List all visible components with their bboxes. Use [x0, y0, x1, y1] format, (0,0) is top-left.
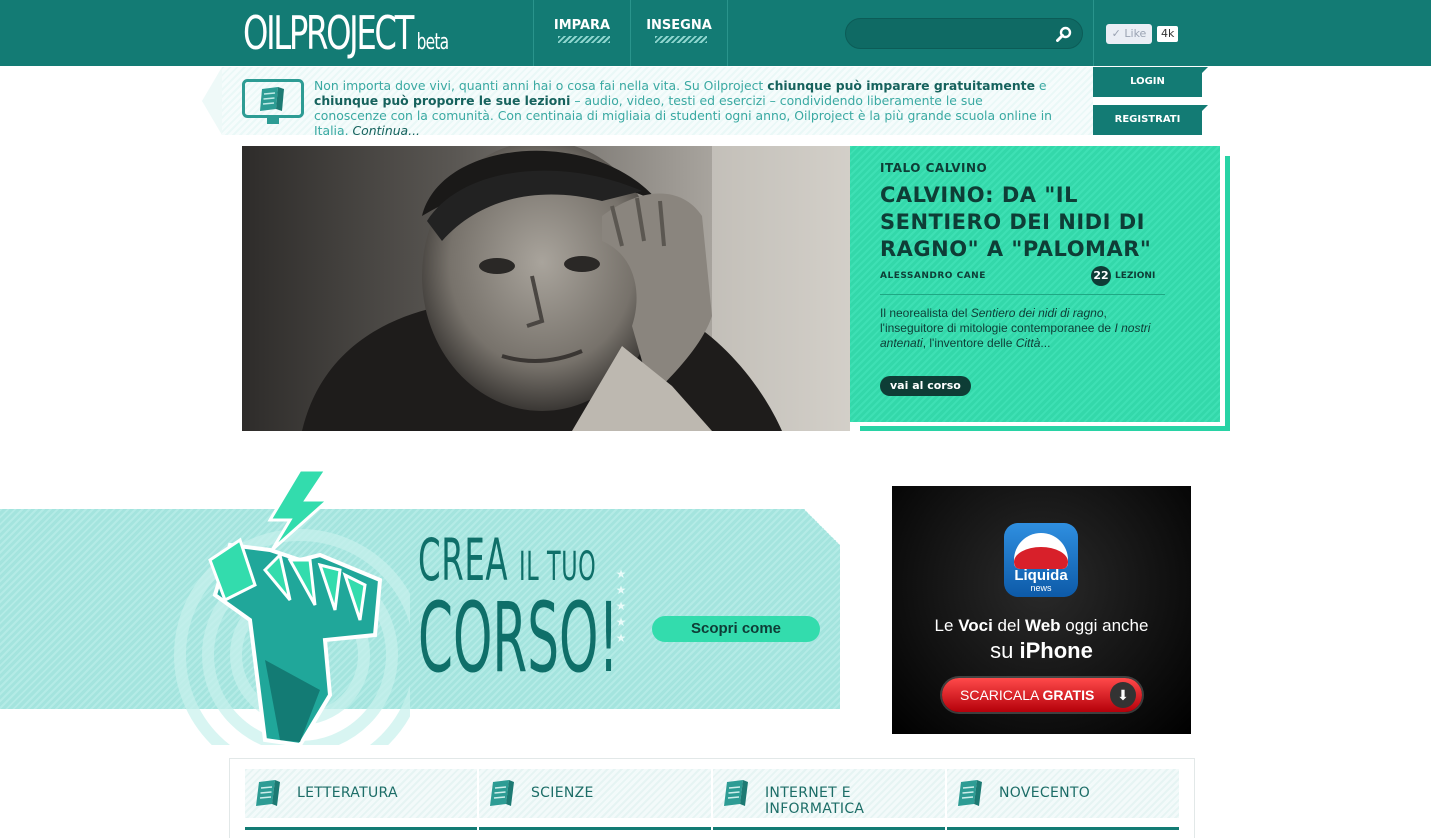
desc-part: Il neorealista del: [880, 306, 971, 320]
register-button[interactable]: REGISTRATI: [1093, 105, 1208, 135]
search-box: [845, 18, 1083, 49]
intro-tail: [202, 67, 222, 135]
logo-beta: beta: [416, 30, 449, 55]
ad-tagline: Le Voci del Web oggi anche: [892, 616, 1191, 636]
header-separator: [1093, 0, 1094, 66]
search-input[interactable]: [858, 24, 1052, 46]
ad-text: oggi anche: [1060, 616, 1149, 635]
banner-fold: [804, 509, 840, 545]
nav-impara[interactable]: IMPARA: [534, 0, 630, 66]
ad-text-bold: Web: [1024, 616, 1061, 635]
ad-text: su: [990, 638, 1020, 663]
intro-highlight: chiunque può proporre le sue lezioni: [314, 93, 571, 108]
search-icon[interactable]: [1056, 26, 1072, 42]
intro-text-part: e: [1034, 78, 1047, 93]
advertisement[interactable]: Liquida news Le Voci del Web oggi anche …: [892, 486, 1191, 734]
intro-continue-link[interactable]: Continua...: [352, 123, 420, 138]
ad-text: del: [992, 616, 1025, 635]
like-count: 4k: [1157, 26, 1179, 42]
featured-course-category[interactable]: ITALO CALVINO: [880, 161, 987, 175]
app-icon-shape: [1014, 547, 1068, 569]
ad-tagline-2: su iPhone: [892, 638, 1191, 664]
category-label: INTERNET E INFORMATICA: [765, 785, 865, 817]
lesson-count-badge: 22: [1091, 266, 1111, 286]
promo-headline-line2: CORSO!: [418, 582, 619, 694]
category-novecento[interactable]: NOVECENTO: [947, 769, 1179, 818]
go-to-course-button[interactable]: vai al corso: [880, 376, 971, 396]
like-label: Like: [1124, 27, 1147, 40]
ad-text-bold: iPhone: [1019, 638, 1093, 663]
ad-download-label: SCARICALA GRATIS: [960, 678, 1094, 712]
portrait-image: [242, 146, 850, 431]
intro-text-part: Non importa dove vivi, quanti anni hai o…: [314, 78, 768, 93]
app-icon-shape: [1014, 533, 1068, 569]
desc-italic: Sentiero dei nidi di ragno: [970, 306, 1104, 320]
check-icon: ✓: [1111, 27, 1125, 40]
ad-text-bold: Voci: [958, 616, 993, 635]
site-logo[interactable]: OILPROJECT beta: [243, 6, 449, 68]
ad-cta-text: SCARICALA: [960, 687, 1043, 703]
featured-course-panel: ITALO CALVINO CALVINO: DA "IL SENTIERO D…: [850, 146, 1222, 424]
featured-course-description: Il neorealista del Sentiero dei nidi di …: [880, 306, 1165, 351]
intro-text: Non importa dove vivi, quanti anni hai o…: [314, 78, 1054, 138]
liquida-app-icon: Liquida news: [1004, 523, 1078, 597]
category-label: LETTERATURA: [297, 785, 398, 801]
ad-download-button[interactable]: SCARICALA GRATIS ⬇: [942, 678, 1142, 712]
desc-part: , l'inventore delle: [922, 336, 1016, 350]
category-letteratura[interactable]: LETTERATURA: [245, 769, 477, 818]
book-icon: [256, 780, 280, 806]
like-button[interactable]: ✓ Like: [1106, 24, 1152, 44]
category-label: NOVECENTO: [999, 785, 1091, 801]
category-internet-e-informatica[interactable]: INTERNET E INFORMATICA: [713, 769, 945, 818]
desc-italic: Città: [1015, 336, 1041, 350]
featured-course-author[interactable]: ALESSANDRO CANE: [880, 271, 986, 281]
category-label: SCIENZE: [531, 785, 594, 801]
computer-book-icon: [242, 79, 304, 124]
nav-insegna[interactable]: INSEGNA: [631, 0, 727, 66]
featured-course-title[interactable]: CALVINO: DA "IL SENTIERO DEI NIDI DI RAG…: [880, 182, 1160, 263]
divider: [880, 294, 1165, 295]
nav-impara-label: IMPARA: [553, 18, 611, 33]
ad-cta-bold: GRATIS: [1042, 687, 1095, 703]
intro-highlight: chiunque può imparare gratuitamente: [767, 78, 1035, 93]
logo-text: OILPROJECT: [243, 6, 414, 60]
book-icon: [724, 780, 748, 806]
raised-fist-icon: [174, 470, 410, 745]
ad-brand-sub: news: [1030, 583, 1052, 593]
login-button[interactable]: LOGIN: [1093, 67, 1208, 97]
ad-text: Le: [934, 616, 959, 635]
star-icons: ★ ★ ★ ★ ★: [615, 567, 627, 645]
nav-insegna-label: INSEGNA: [646, 18, 712, 33]
download-arrow-icon: ⬇: [1110, 682, 1136, 708]
book-icon: [958, 780, 982, 806]
ad-brand: Liquida: [1014, 567, 1068, 584]
nav-stripe: [655, 36, 707, 43]
discover-how-button[interactable]: Scopri come: [652, 616, 820, 642]
desc-part: ...: [1040, 336, 1051, 350]
featured-photo[interactable]: [242, 146, 850, 431]
lessons-label: LEZIONI: [1115, 271, 1156, 281]
nav-stripe: [558, 36, 610, 43]
category-scienze[interactable]: SCIENZE: [479, 769, 711, 818]
book-icon: [490, 780, 514, 806]
nav-separator: [727, 0, 728, 66]
